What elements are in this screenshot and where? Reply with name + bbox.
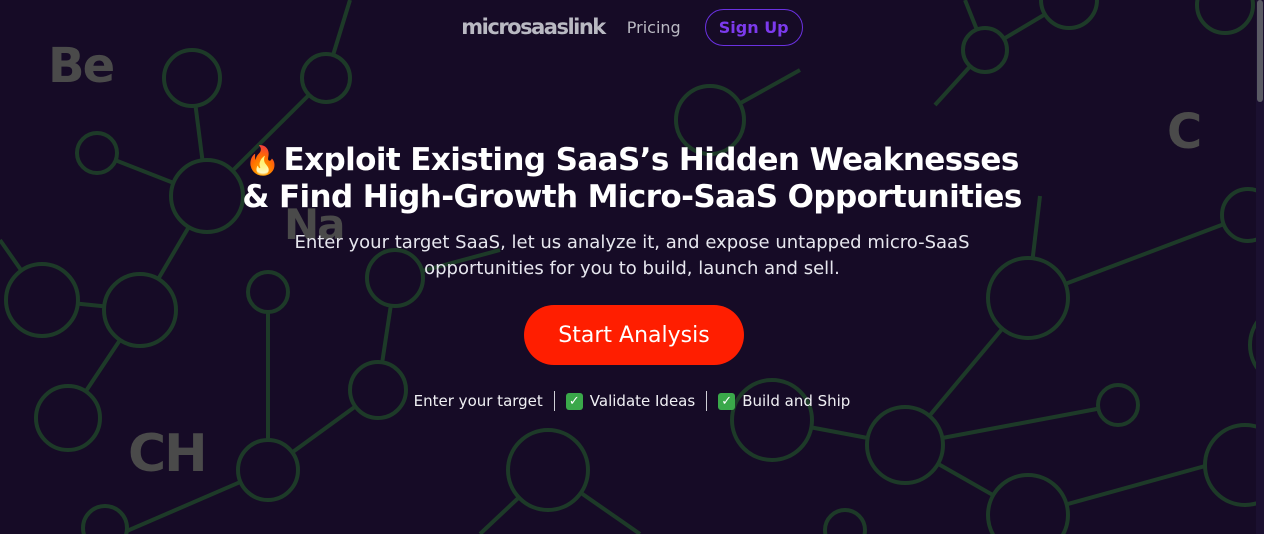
bg-label-ch: CH <box>128 424 208 484</box>
fire-icon: 🔥 <box>245 144 280 177</box>
headline-line-1: Exploit Existing SaaS’s Hidden Weaknesse… <box>283 142 1020 178</box>
step-validate-ideas: Validate Ideas <box>589 392 696 410</box>
subtitle-line-1: Enter your target SaaS, let us analyze i… <box>294 232 970 253</box>
step-enter-target: Enter your target <box>413 392 543 410</box>
check-icon: ✓ <box>565 392 583 410</box>
check-icon: ✓ <box>718 392 736 410</box>
logo[interactable]: microsaaslink <box>461 15 606 39</box>
signup-button[interactable]: Sign Up <box>704 8 803 46</box>
steps-row: Enter your target ✓ Validate Ideas ✓ Bui… <box>0 391 1264 411</box>
headline-line-2: & Find High-Growth Micro-SaaS Opportunit… <box>242 179 1022 215</box>
scrollbar-thumb[interactable] <box>1257 0 1263 102</box>
hero-headline: 🔥 Exploit Existing SaaS’s Hidden Weakness… <box>0 142 1264 215</box>
hero-subtitle: Enter your target SaaS, let us analyze i… <box>0 230 1264 282</box>
step-separator <box>553 391 555 411</box>
step-build-and-ship: Build and Ship <box>742 392 851 410</box>
start-analysis-button[interactable]: Start Analysis <box>524 305 744 365</box>
subtitle-line-2: opportunities for you to build, launch a… <box>424 258 840 279</box>
nav-link-pricing[interactable]: Pricing <box>627 18 681 37</box>
bg-label-be: Be <box>48 38 115 94</box>
step-separator <box>706 391 708 411</box>
top-nav: microsaaslink Pricing Sign Up <box>0 7 1264 47</box>
